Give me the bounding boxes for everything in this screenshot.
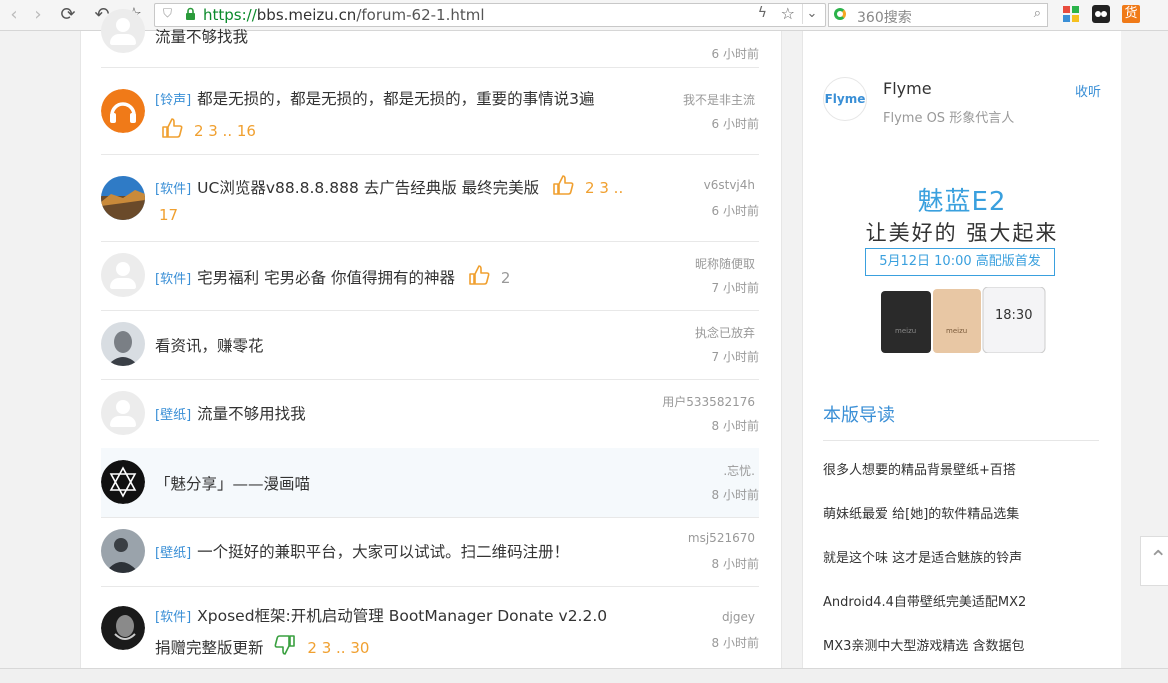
apps-grid-icon[interactable] <box>1062 5 1080 23</box>
thread-title[interactable]: 「魅分享」——漫画喵 <box>155 472 310 494</box>
table-row[interactable]: 看资讯，赚零花 执念已放弃 7 小时前 <box>101 310 759 380</box>
phone-clock: 18:30 <box>995 308 1032 323</box>
table-row[interactable]: [软件] 宅男福利 宅男必备 你值得拥有的神器 2 昵称随便取 7 小时前 <box>101 241 759 311</box>
thread-title[interactable]: [软件] 宅男福利 宅男必备 你值得拥有的神器 2 <box>155 264 510 288</box>
post-time: 6 小时前 <box>711 204 759 218</box>
guide-link[interactable]: 就是这个味 这才是适合魅族的铃声 <box>823 547 1022 566</box>
phone-brand-1: meizu <box>895 327 916 335</box>
post-time: 7 小时前 <box>711 281 759 295</box>
thumb-up-icon <box>162 118 183 138</box>
guide-link[interactable]: MX3亲测中大型游戏精选 含数据包 <box>823 635 1025 654</box>
flyme-name[interactable]: Flyme <box>883 79 932 98</box>
author-name[interactable]: djgey <box>722 610 755 624</box>
thread-title[interactable]: 流量不够找我 <box>155 25 248 47</box>
page-numbers: 2 <box>500 269 511 287</box>
divider <box>823 440 1099 441</box>
table-row[interactable]: [壁纸] 一个挺好的兼职平台，大家可以试试。扫二维码注册！ msj521670 8… <box>101 517 759 587</box>
forward-icon[interactable]: › <box>26 3 50 27</box>
favorite-star-icon[interactable]: ☆ <box>781 4 795 23</box>
post-time: 8 小时前 <box>711 488 759 502</box>
page-content: 流量不够找我 6 小时前 [铃声] 都是无损的，都是无损的，都是无损的，重要的事情… <box>0 9 1168 671</box>
ad-title: 魅蓝E2 <box>917 187 1007 217</box>
category-tag: [铃声] <box>155 93 192 108</box>
post-time: 7 小时前 <box>711 350 759 364</box>
post-time: 6 小时前 <box>711 117 759 131</box>
thread-title[interactable]: 看资讯，赚零花 <box>155 334 264 356</box>
section-title: 本版导读 <box>823 405 895 426</box>
sidebar: Flyme Flyme Flyme OS 形象代言人 收听 魅蓝E2 让美好的 … <box>802 31 1121 671</box>
thread-title[interactable]: [壁纸] 一个挺好的兼职平台，大家可以试试。扫二维码注册！ <box>155 540 569 562</box>
thread-title[interactable]: [壁纸] 流量不够用找我 <box>155 402 306 424</box>
table-row[interactable]: [软件] Xposed框架:开机启动管理 BootManager Donate v… <box>101 586 759 671</box>
table-row[interactable]: 「魅分享」——漫画喵 .忘忧. 8 小时前 <box>101 448 759 518</box>
author-name[interactable]: v6stvj4h <box>704 178 755 192</box>
table-row[interactable]: [壁纸] 流量不够用找我 用户533582176 8 小时前 <box>101 379 759 449</box>
avatar[interactable] <box>101 9 145 53</box>
avatar[interactable] <box>101 176 145 220</box>
author-name[interactable]: 昵称随便取 <box>695 255 755 272</box>
avatar[interactable] <box>101 391 145 435</box>
search-box[interactable]: 360搜索 ⌕ <box>828 3 1048 27</box>
thumb-up-icon <box>469 265 490 285</box>
status-bar <box>0 668 1168 683</box>
bolt-icon[interactable]: ϟ <box>758 5 767 21</box>
search-icon[interactable]: ⌕ <box>1034 6 1041 21</box>
avatar[interactable] <box>101 322 145 366</box>
author-name[interactable]: 执念已放弃 <box>695 324 755 341</box>
ad-subtitle: 让美好的 强大起来 <box>865 221 1059 245</box>
thread-title[interactable]: [铃声] 都是无损的，都是无损的，都是无损的，重要的事情说3遍 <box>155 87 595 109</box>
avatar[interactable] <box>101 253 145 297</box>
post-time: 8 小时前 <box>711 636 759 650</box>
page-numbers: 2 3 .. 30 <box>307 639 370 657</box>
author-name[interactable]: 用户533582176 <box>662 393 755 410</box>
page-last: 17 <box>159 206 179 224</box>
category-tag: [壁纸] <box>155 546 192 561</box>
author-name[interactable]: .忘忧. <box>723 462 755 479</box>
guide-link[interactable]: Android4.4自带壁纸完美适配MX2 <box>823 591 1026 610</box>
chevron-down-icon[interactable]: ⌄ <box>802 4 821 24</box>
post-time: 6 小时前 <box>711 47 759 61</box>
page-links[interactable]: 2 3 .. 16 <box>161 117 256 140</box>
phone-brand-2: meizu <box>946 327 967 335</box>
flyme-description: Flyme OS 形象代言人 <box>883 111 1015 126</box>
avatar[interactable] <box>101 529 145 573</box>
category-tag: [软件] <box>155 272 192 287</box>
thread-title[interactable]: [软件] Xposed框架:开机启动管理 BootManager Donate v… <box>155 604 607 626</box>
flyme-logo[interactable]: Flyme <box>823 77 867 121</box>
guide-link[interactable]: 很多人想要的精品背景壁纸+百搭 <box>823 459 1016 478</box>
panda-extension-icon[interactable] <box>1092 5 1110 23</box>
author-name[interactable]: 我不是非主流 <box>683 91 755 108</box>
page-numbers: 2 3 .. <box>585 179 624 197</box>
avatar[interactable] <box>101 460 145 504</box>
category-tag: [软件] <box>155 610 192 625</box>
reload-icon[interactable]: ⟳ <box>56 3 80 27</box>
avatar[interactable] <box>101 89 145 133</box>
360-logo-icon <box>834 8 846 20</box>
guide-link[interactable]: 萌妹纸最爱 给[她]的软件精品选集 <box>823 503 1019 522</box>
thread-list: 流量不够找我 6 小时前 [铃声] 都是无损的，都是无损的，都是无损的，重要的事情… <box>80 9 782 671</box>
table-row[interactable]: [软件] UC浏览器v88.8.8.888 去广告经典版 最终完美版 2 3 ..… <box>101 154 759 242</box>
author-name[interactable]: msj521670 <box>688 531 755 545</box>
thread-title-cont[interactable]: 捐赠完整版更新 2 3 .. 30 <box>155 634 369 658</box>
table-row[interactable]: 流量不够找我 6 小时前 <box>101 1 759 68</box>
shopping-extension-icon[interactable]: 货 <box>1122 5 1140 23</box>
ad-release-date: 5月12日 10:00 高配版首发 <box>865 248 1055 276</box>
follow-button[interactable]: 收听 <box>1075 81 1101 100</box>
category-tag: [软件] <box>155 182 192 197</box>
post-time: 8 小时前 <box>711 557 759 571</box>
post-time: 8 小时前 <box>711 419 759 433</box>
back-to-top-button[interactable]: ⌃ <box>1140 536 1168 586</box>
thumb-down-icon <box>274 635 296 655</box>
thumb-up-icon <box>553 175 574 195</box>
phones-image: meizu meizu 18:30 <box>881 287 1046 353</box>
thread-title[interactable]: [软件] UC浏览器v88.8.8.888 去广告经典版 最终完美版 2 3 .. <box>155 174 623 198</box>
page-numbers: 2 3 .. 16 <box>193 122 256 140</box>
avatar[interactable] <box>101 606 145 650</box>
back-icon[interactable]: ‹ <box>2 3 26 27</box>
category-tag: [壁纸] <box>155 408 192 423</box>
page-links[interactable]: 17 <box>159 206 178 224</box>
table-row[interactable]: [铃声] 都是无损的，都是无损的，都是无损的，重要的事情说3遍 2 3 .. 16… <box>101 67 759 155</box>
search-placeholder: 360搜索 <box>857 10 912 26</box>
